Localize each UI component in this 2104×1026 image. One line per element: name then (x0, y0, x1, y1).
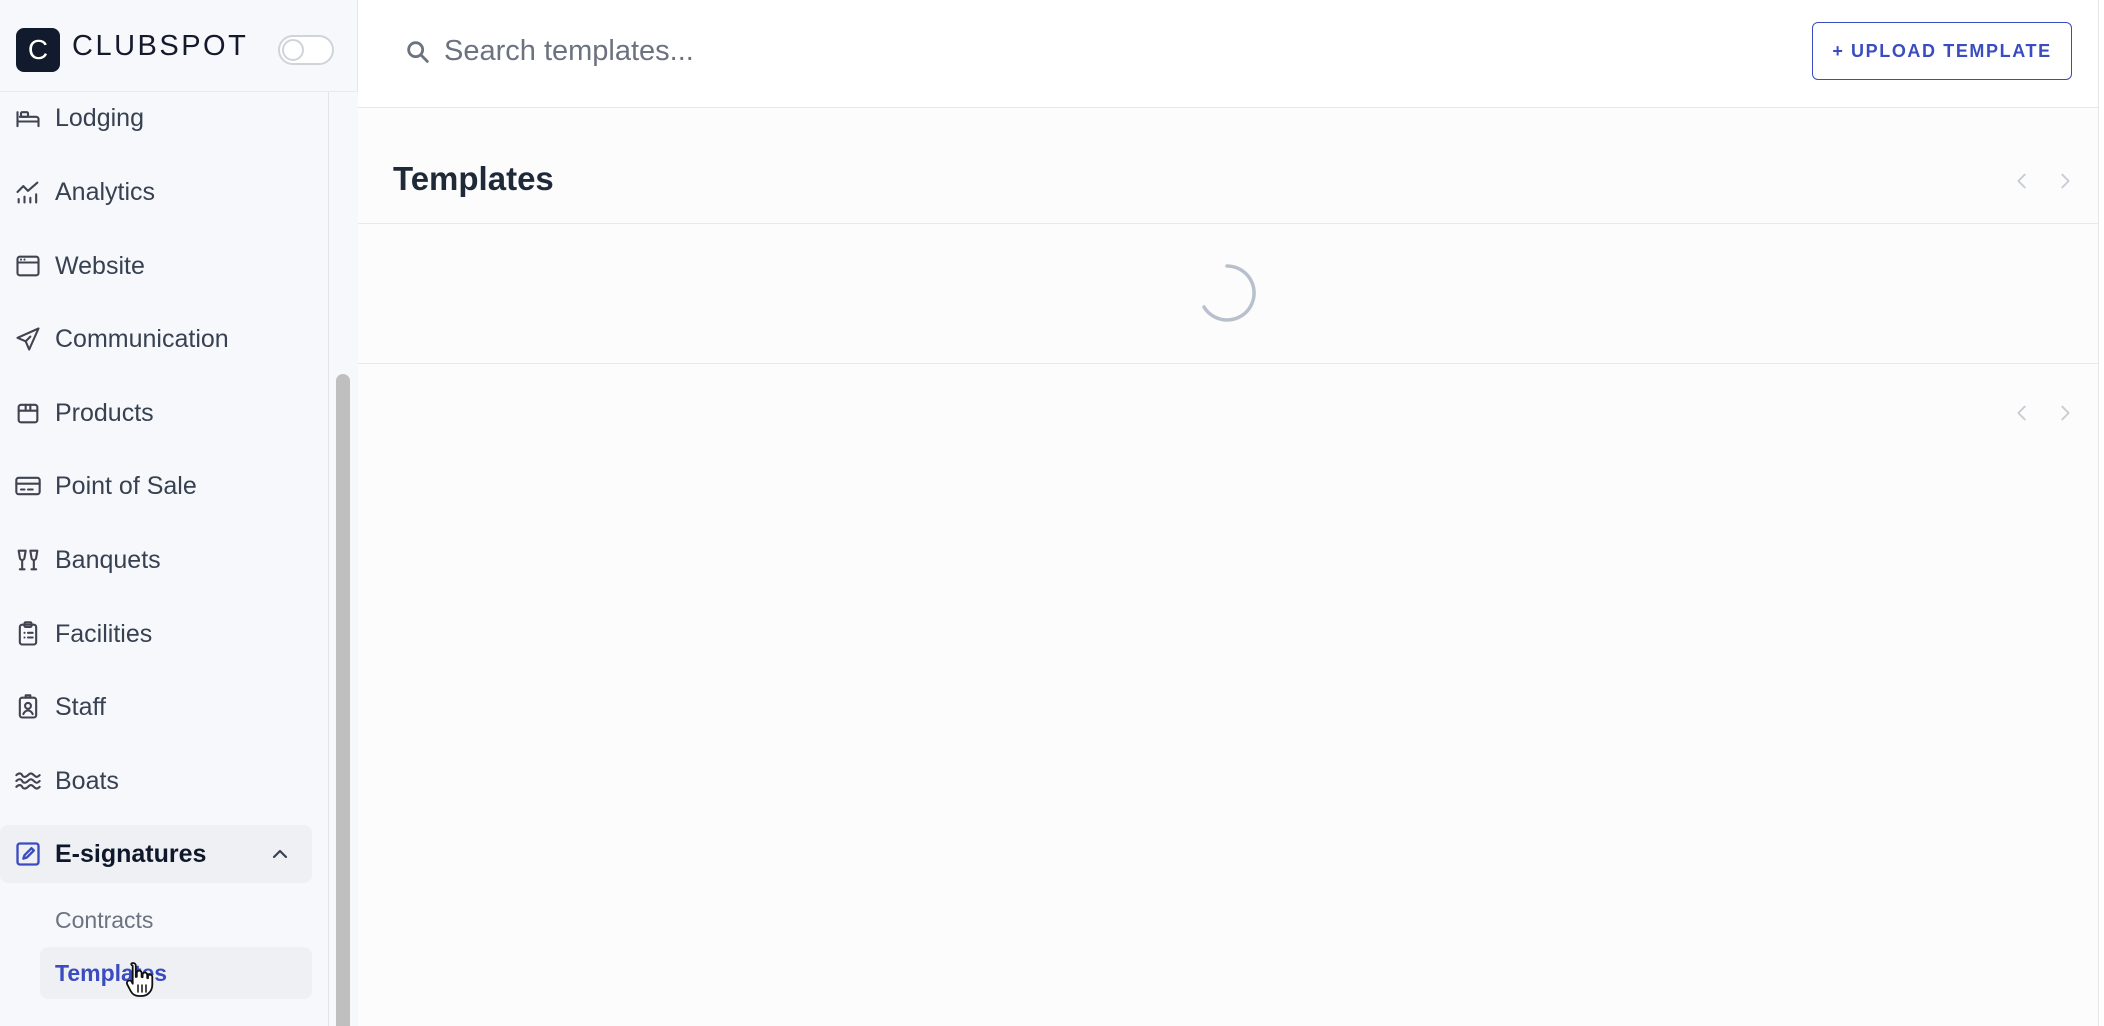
chevron-left-icon (2017, 405, 2026, 421)
sidebar-item-communication[interactable]: Communication (0, 310, 312, 368)
sidebar-subitem-contracts[interactable]: Contracts (40, 894, 312, 946)
sidebar-header: C CLUBSPOT (0, 0, 358, 92)
window-edge (2098, 0, 2104, 1026)
brand-name: CLUBSPOT (72, 30, 249, 62)
sidebar-item-products[interactable]: Products (0, 384, 312, 442)
bed-icon (13, 103, 43, 133)
sidebar-scrollbar-thumb[interactable] (336, 374, 350, 1026)
sidebar-item-label: Lodging (55, 103, 144, 132)
templates-list-loading (358, 224, 2104, 364)
top-bar: + UPLOAD TEMPLATE (358, 0, 2104, 108)
cheers-glasses-icon (13, 545, 43, 575)
sidebar-item-website[interactable]: Website (0, 237, 312, 295)
paper-plane-icon (13, 324, 43, 354)
sidebar-subitem-templates[interactable]: Templates (40, 947, 312, 999)
sidebar-item-label: Website (55, 251, 145, 280)
browser-window-icon (13, 251, 43, 281)
sidebar-item-analytics[interactable]: Analytics (0, 163, 312, 221)
sidebar-item-label: Banquets (55, 545, 161, 574)
search-icon (407, 41, 429, 63)
chevron-right-icon (2061, 405, 2070, 421)
main-content: + UPLOAD TEMPLATE Templates (358, 0, 2104, 1026)
sidebar-item-e-signatures[interactable]: E-signatures (0, 825, 312, 883)
waves-icon (13, 766, 43, 796)
sidebar-item-banquets[interactable]: Banquets (0, 531, 312, 589)
toggle-knob (282, 39, 304, 61)
page-title: Templates (393, 160, 554, 197)
badge-icon (13, 692, 43, 722)
chevron-right-icon (2061, 173, 2070, 189)
sidebar-item-label: E-signatures (55, 839, 207, 868)
clubspot-logo[interactable]: C (16, 28, 60, 72)
sidebar-item-staff[interactable]: Staff (0, 678, 312, 736)
sidebar-item-label: Analytics (55, 177, 156, 206)
next-page-button-bottom[interactable] (2050, 398, 2080, 428)
prev-page-button[interactable] (2007, 166, 2037, 196)
sidebar-item-label: Boats (55, 766, 119, 795)
clipboard-icon (13, 619, 43, 649)
sidebar-item-lodging[interactable]: Lodging (0, 89, 312, 147)
search-input[interactable] (444, 26, 1344, 76)
upload-template-button[interactable]: + UPLOAD TEMPLATE (1812, 22, 2072, 80)
sidebar-item-label: Staff (55, 692, 106, 721)
next-page-button[interactable] (2050, 166, 2080, 196)
sidebar-item-label: Point of Sale (55, 471, 197, 500)
hand-cursor-icon (125, 962, 154, 997)
sidebar-item-label: Communication (55, 324, 229, 353)
box-icon (13, 398, 43, 428)
logo-letter: C (27, 34, 49, 65)
theme-toggle[interactable] (278, 35, 334, 65)
sidebar-item-point-of-sale[interactable]: Point of Sale (0, 457, 312, 515)
sidebar-item-facilities[interactable]: Facilities (0, 605, 312, 663)
chevron-up-icon[interactable] (268, 842, 292, 866)
sidebar-item-label: Facilities (55, 619, 153, 648)
chart-icon (13, 177, 43, 207)
loading-spinner-icon (1202, 264, 1256, 322)
chevron-left-icon (2017, 173, 2026, 189)
subitem-label: Contracts (55, 906, 154, 933)
prev-page-button-bottom[interactable] (2007, 398, 2037, 428)
sidebar: C CLUBSPOT Lodging Analytics Website Com… (0, 0, 358, 1026)
signature-edit-icon (13, 839, 43, 869)
credit-card-icon (13, 471, 43, 501)
sidebar-item-boats[interactable]: Boats (0, 752, 312, 810)
templates-section-header: Templates (358, 108, 2104, 224)
sidebar-item-label: Products (55, 398, 154, 427)
